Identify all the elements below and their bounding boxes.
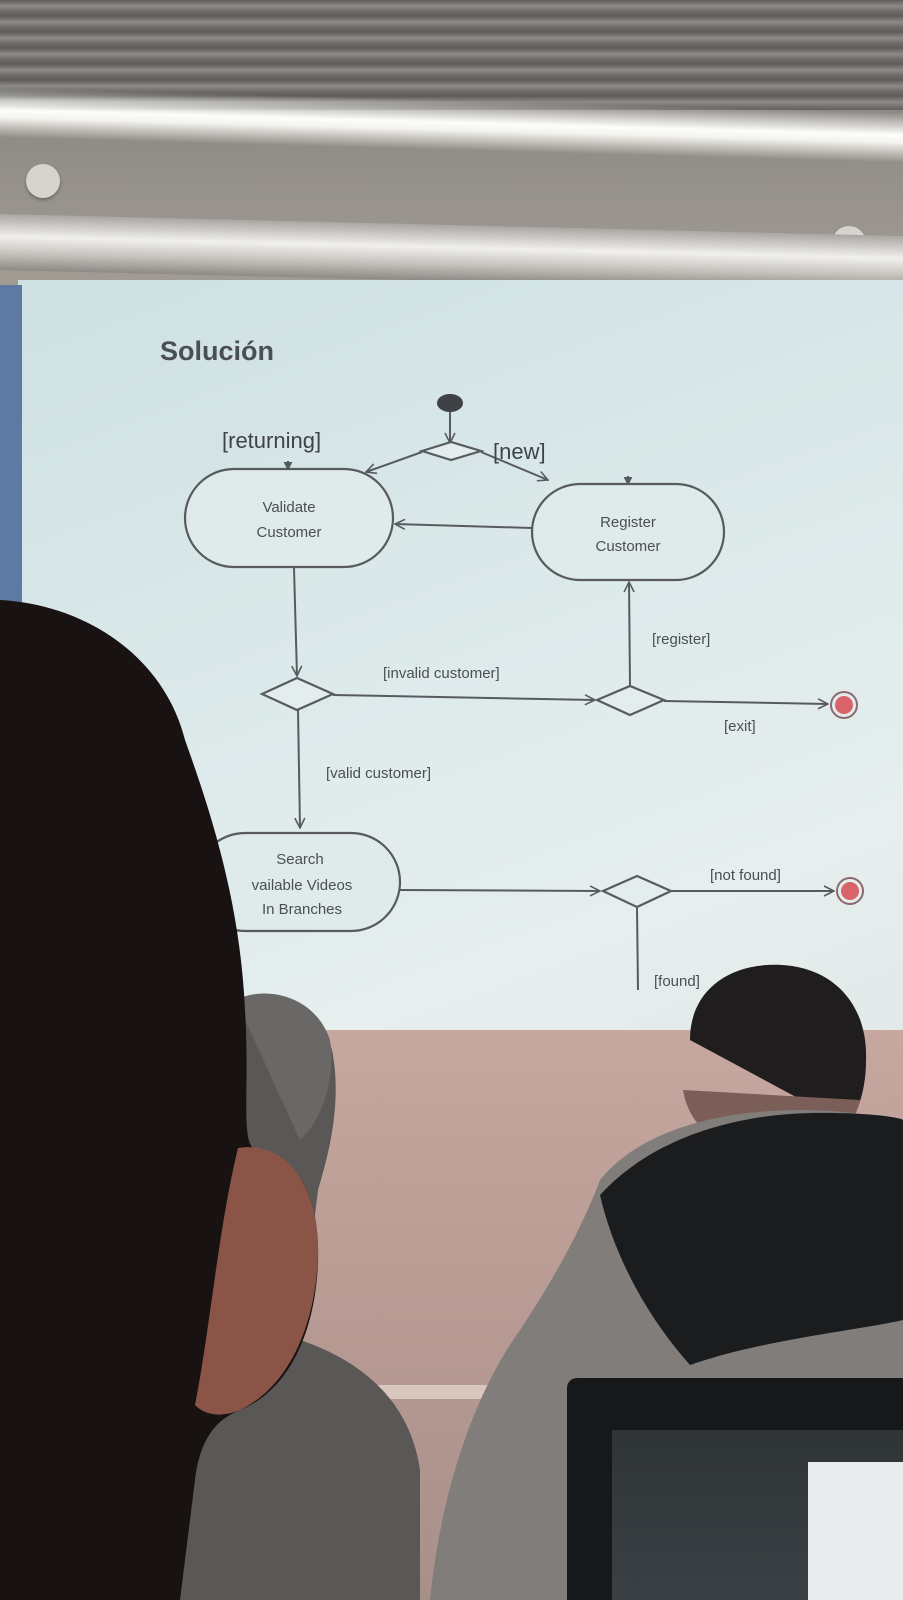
audience-silhouettes: [0, 600, 903, 1600]
laptop-document-window: [808, 1462, 903, 1600]
